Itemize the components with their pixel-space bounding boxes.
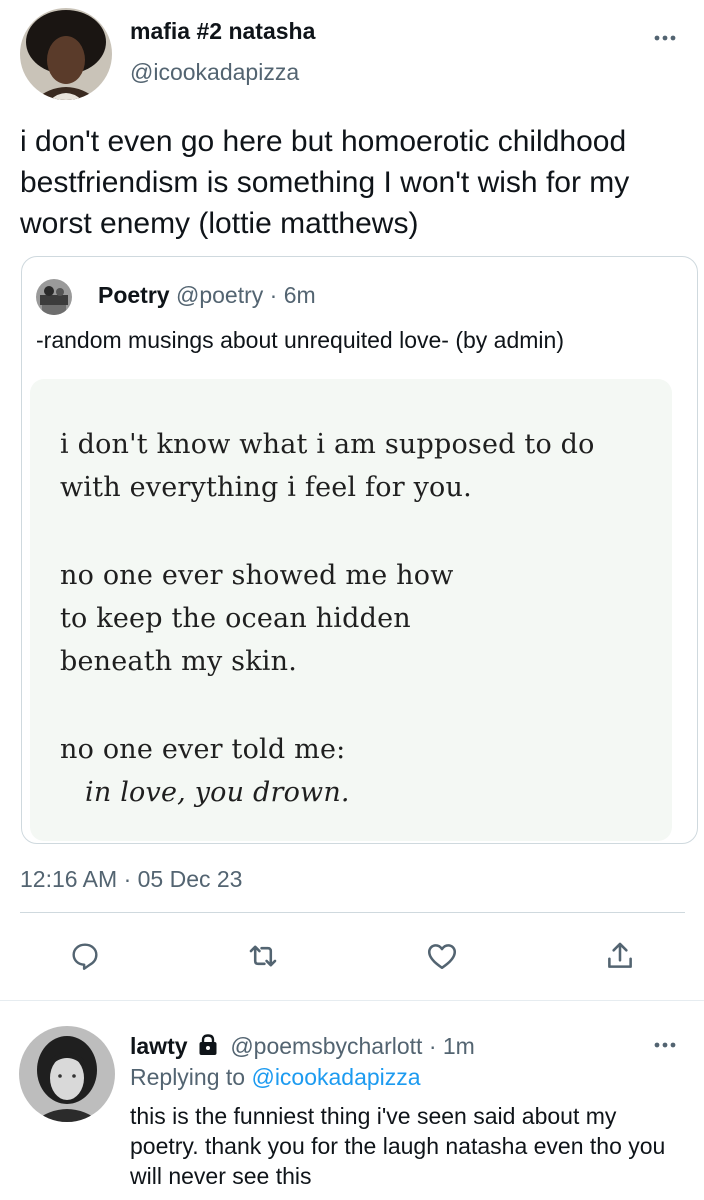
reply-text: this is the funniest thing i've seen sai…	[130, 1103, 666, 1189]
poem-line: to keep the ocean hidden	[60, 603, 411, 634]
reply-button[interactable]	[65, 936, 105, 976]
quote-time[interactable]: 6m	[284, 282, 316, 308]
reply-time[interactable]: 1m	[443, 1033, 475, 1059]
poem-line: no one ever showed me how	[60, 560, 454, 591]
separator-dot: ·	[428, 1033, 437, 1059]
replying-to: Replying to @icookadapizza	[130, 1064, 421, 1091]
quote-author-avatar[interactable]	[36, 279, 72, 315]
poem-line: with everything i feel for you.	[60, 472, 472, 503]
poem-line: no one ever told me:	[60, 734, 346, 765]
reply-icon	[72, 943, 98, 970]
reply-author-avatar[interactable]	[19, 1026, 115, 1122]
like-icon	[427, 944, 457, 970]
tweet-text: i don't even go here but homoerotic chil…	[20, 125, 630, 240]
more-options-icon[interactable]	[650, 1037, 680, 1053]
replying-to-label: Replying to	[130, 1064, 246, 1090]
author-display-name[interactable]: mafia #2 natasha	[130, 18, 315, 45]
separator-dot: ·	[269, 282, 278, 308]
retweet-icon	[249, 945, 277, 967]
author-handle[interactable]: @icookadapizza	[130, 59, 299, 86]
divider	[20, 912, 685, 913]
author-avatar[interactable]	[20, 8, 112, 100]
more-options-icon[interactable]	[650, 30, 680, 46]
divider	[0, 1000, 704, 1001]
share-icon	[608, 942, 632, 968]
reply-author-name[interactable]: lawty	[130, 1033, 188, 1059]
quote-header: Poetry @poetry · 6m	[98, 282, 316, 309]
quote-author-name[interactable]: Poetry	[98, 282, 170, 308]
quote-text: -random musings about unrequited love- (…	[36, 327, 564, 353]
poem-line: in love, you drown.	[85, 777, 350, 808]
share-button[interactable]	[600, 936, 640, 976]
poem-line: beneath my skin.	[60, 646, 298, 677]
tweet-timestamp[interactable]: 12:16 AM · 05 Dec 23	[20, 866, 242, 893]
quote-author-handle[interactable]: @poetry	[176, 282, 263, 308]
like-button[interactable]	[422, 936, 462, 976]
poem-line: i don't know what i am supposed to do	[60, 429, 595, 460]
replying-to-handle[interactable]: @icookadapizza	[251, 1064, 420, 1090]
poem-image[interactable]: i don't know what i am supposed to do wi…	[30, 379, 672, 841]
lock-icon	[198, 1034, 218, 1062]
reply-author-handle[interactable]: @poemsbycharlott	[230, 1033, 422, 1059]
quoted-tweet[interactable]: Poetry @poetry · 6m -random musings abou…	[21, 256, 698, 844]
retweet-button[interactable]	[243, 936, 283, 976]
reply-header: lawty @poemsbycharlott · 1m	[130, 1033, 475, 1062]
